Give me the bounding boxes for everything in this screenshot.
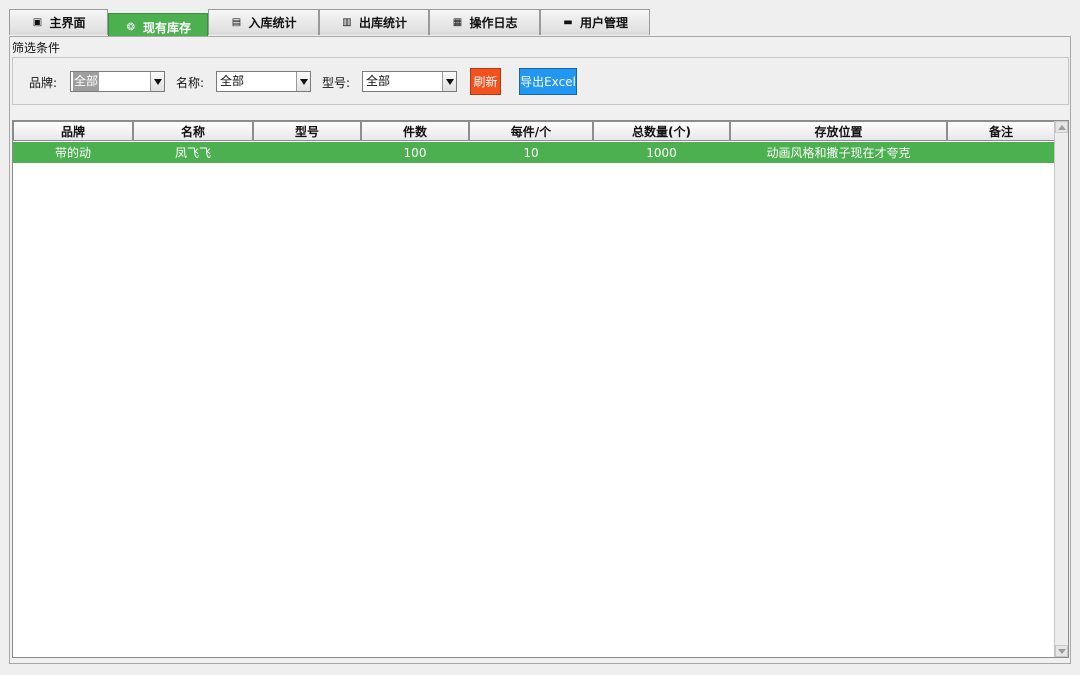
name-label: 名称: [176,76,205,90]
chevron-down-icon[interactable] [296,72,310,91]
cell-pieces: 100 [403,145,427,160]
export-excel-button[interactable]: 导出Excel [519,68,577,95]
column-header-pieces[interactable]: 件数 [361,121,469,141]
user-icon: ▬ [563,16,573,28]
inventory-panel: 筛选条件 品牌: 全部 名称: 全部 型号: 全部 刷新 导出Excel 品牌 … [9,36,1071,664]
tab-operation-log[interactable]: ▦ 操作日志 [429,9,540,35]
column-header-per-piece[interactable]: 每件/个 [469,121,593,141]
chart-icon: ▥ [342,16,352,28]
table-header: 品牌 名称 型号 件数 每件/个 总数量(个) 存放位置 备注 [13,121,1055,141]
column-header-name[interactable]: 名称 [133,121,253,141]
brand-label: 品牌: [29,76,58,90]
filter-group: 品牌: 全部 名称: 全部 型号: 全部 刷新 导出Excel [12,57,1069,105]
tab-label: 主界面 [49,16,86,30]
model-select-value: 全部 [366,74,391,88]
table-row[interactable]: 带的动 凤飞飞 100 10 1000 动画风格和撒子现在才夸克 [13,142,1055,163]
cell-location: 动画风格和撒子现在才夸克 [766,146,911,160]
tab-inbound-stats[interactable]: ▤ 入库统计 [208,9,319,35]
document-icon: ▣ [32,16,43,28]
column-header-location[interactable]: 存放位置 [730,121,947,141]
chart-icon: ▤ [231,16,242,28]
cube-icon: ❂ [126,21,136,33]
log-icon: ▦ [452,16,463,28]
name-select[interactable]: 全部 [216,71,311,92]
brand-select[interactable]: 全部 [70,71,165,92]
tab-label: 出库统计 [358,16,407,30]
brand-select-value: 全部 [73,72,100,91]
scroll-down-icon[interactable] [1055,645,1068,657]
tab-label: 现有库存 [142,21,191,35]
cell-model [253,142,361,163]
tab-label: 入库统计 [248,16,297,30]
model-label: 型号: [322,76,351,90]
tab-user-management[interactable]: ▬ 用户管理 [540,9,650,35]
cell-total-quantity: 1000 [646,145,677,160]
vertical-scrollbar[interactable] [1054,121,1068,657]
tab-label: 用户管理 [579,16,628,30]
cell-per-piece: 10 [523,145,539,160]
tab-label: 操作日志 [469,16,518,30]
column-header-total-quantity[interactable]: 总数量(个) [593,121,730,141]
tab-bar: ▣ 主界面 ❂ 现有库存 ▤ 入库统计 ▥ 出库统计 ▦ 操作日志 ▬ 用户管理 [9,9,1069,41]
cell-brand: 带的动 [54,146,91,160]
column-header-remarks[interactable]: 备注 [947,121,1055,141]
scroll-up-icon[interactable] [1055,121,1068,133]
inventory-table: 品牌 名称 型号 件数 每件/个 总数量(个) 存放位置 备注 带的动 凤飞飞 … [12,120,1069,658]
column-header-model[interactable]: 型号 [253,121,361,141]
filter-legend: 筛选条件 [12,41,61,55]
chevron-down-icon[interactable] [150,72,164,91]
name-select-value: 全部 [220,74,245,88]
column-header-brand[interactable]: 品牌 [13,121,133,141]
chevron-down-icon[interactable] [442,72,456,91]
cell-name: 凤飞飞 [174,146,211,160]
tab-outbound-stats[interactable]: ▥ 出库统计 [319,9,429,35]
refresh-button[interactable]: 刷新 [470,68,501,95]
cell-remarks [947,142,1055,163]
model-select[interactable]: 全部 [362,71,457,92]
tab-main[interactable]: ▣ 主界面 [9,9,108,35]
